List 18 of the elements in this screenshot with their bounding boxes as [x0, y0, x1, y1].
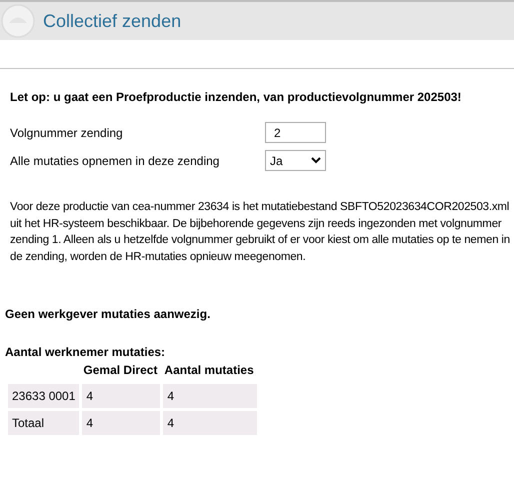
employer-note: Geen werkgever mutaties aanwezig. [5, 306, 212, 323]
select-field[interactable]: Ja [265, 150, 326, 171]
table-cell: Totaal [8, 411, 80, 435]
info-paragraph: Voor deze productie van cea-nummer 23634 is het mutatiebestand SBFTO52023634COR202503.xml uit het HR-systeem beschikbaar. De bijbehorende gegevens zijn reeds ingezonden met volgnummer zending 1. Alleen als u hetzelfde volgnummer gebruikt of er voor kiest om alle mutaties op te nemen in de zending, worden de HR-mutaties opnieuw meegenomen. [10, 200, 511, 264]
field-label: Volgnummer zending [10, 124, 124, 142]
table-cell: 4 [163, 384, 258, 408]
table-cell: 4 [82, 384, 160, 408]
column-header: Gemal Direct [82, 362, 158, 379]
column-header: Aantal mutaties [163, 362, 255, 379]
input-field[interactable]: 2 [265, 122, 326, 143]
field-label: Alle mutaties opnemen in deze zending [10, 152, 220, 170]
table-cell: 4 [163, 411, 258, 435]
table-cell: 4 [82, 411, 160, 435]
page-title: Collectief zenden [43, 10, 182, 32]
chevron-down-icon [311, 157, 321, 164]
employee-heading: Aantal werknemer mutaties: [5, 344, 166, 361]
warning-text: Let op: u gaat een Proefproductie inzenden, van productievolgnummer 202503! [10, 89, 462, 106]
table-cell: 23633 0001 [8, 384, 80, 408]
